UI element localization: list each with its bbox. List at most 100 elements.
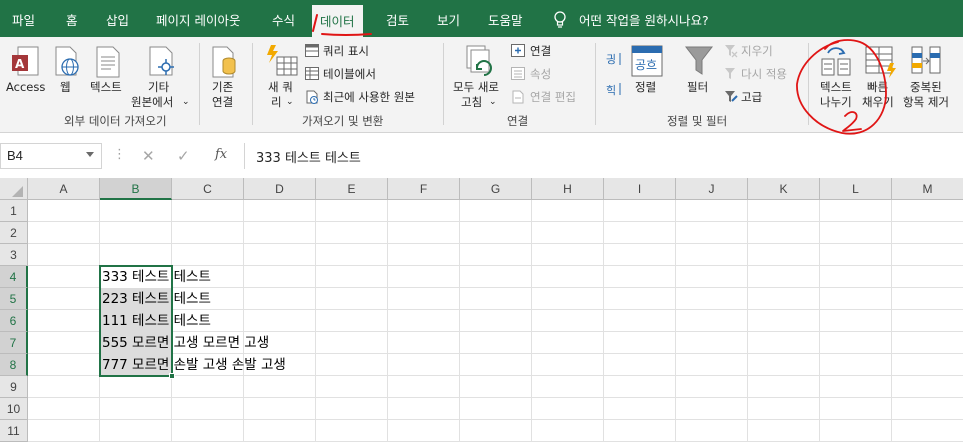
text-to-columns-icon bbox=[821, 47, 851, 76]
row-header-5[interactable]: 5 bbox=[0, 288, 28, 310]
column-header-m[interactable]: M bbox=[892, 178, 963, 200]
connections-button[interactable]: 연결 bbox=[530, 44, 551, 58]
flash-fill-button[interactable]: 채우기 bbox=[862, 95, 894, 109]
remove-duplicates-label-1: 중복된 bbox=[910, 80, 942, 94]
from-table-button[interactable]: 테이블에서 bbox=[323, 67, 376, 81]
column-header-f[interactable]: F bbox=[388, 178, 460, 200]
row-header-9[interactable]: 9 bbox=[0, 376, 28, 398]
edit-links-button[interactable]: 연결 편집 bbox=[530, 90, 576, 104]
tab-home[interactable]: 홈 bbox=[66, 0, 78, 37]
column-header-j[interactable]: J bbox=[676, 178, 748, 200]
group-divider bbox=[443, 43, 444, 125]
tab-file[interactable]: 파일 bbox=[12, 0, 35, 37]
column-header-g[interactable]: G bbox=[460, 178, 532, 200]
enter-icon[interactable]: ✓ bbox=[177, 147, 190, 165]
properties-button[interactable]: 속성 bbox=[530, 67, 551, 81]
column-header-d[interactable]: D bbox=[244, 178, 316, 200]
web-icon bbox=[55, 46, 79, 76]
flash-fill-label-1: 빠른 bbox=[867, 80, 889, 94]
svg-text:긩: 긩 bbox=[606, 53, 616, 66]
column-header-b[interactable]: B bbox=[100, 178, 172, 200]
from-text-button[interactable]: 텍스트 bbox=[90, 80, 122, 94]
clear-filter-button[interactable]: 지우기 bbox=[741, 44, 773, 58]
row-header-1[interactable]: 1 bbox=[0, 200, 28, 222]
show-queries-button[interactable]: 쿼리 표시 bbox=[323, 44, 369, 58]
fill-handle[interactable] bbox=[169, 373, 175, 379]
formula-divider bbox=[244, 143, 245, 169]
column-header-k[interactable]: K bbox=[748, 178, 820, 200]
chevron-down-icon: ⌄ bbox=[489, 97, 497, 107]
row-header-8[interactable]: 8 bbox=[0, 354, 28, 376]
gridline-vertical bbox=[387, 200, 388, 442]
ribbon-tab-bar: 파일 홈 삽입 페이지 레이아웃 수식 데이터 검토 보기 도움말 어떤 작업을… bbox=[0, 0, 963, 42]
select-all-triangle-icon bbox=[12, 186, 23, 197]
tab-review[interactable]: 검토 bbox=[386, 0, 409, 37]
advanced-filter-button[interactable]: 고급 bbox=[741, 90, 762, 104]
selection-border bbox=[99, 265, 173, 377]
other-sources-button[interactable]: 원본에서 bbox=[131, 95, 173, 109]
chevron-down-icon: ⌄ bbox=[182, 97, 190, 107]
refresh-all-button[interactable]: 고침 bbox=[461, 95, 482, 109]
group-divider bbox=[808, 43, 809, 125]
reapply-button[interactable]: 다시 적용 bbox=[741, 67, 787, 81]
group-label-connections: 연결 bbox=[507, 114, 529, 128]
chevron-down-icon[interactable] bbox=[86, 152, 94, 157]
properties-icon bbox=[511, 67, 525, 80]
row-header-7[interactable]: 7 bbox=[0, 332, 28, 354]
text-to-columns-label-1: 텍스트 bbox=[820, 80, 852, 94]
cancel-icon[interactable]: ✕ bbox=[142, 147, 155, 165]
group-label-sort-filter: 정렬 및 필터 bbox=[667, 114, 728, 128]
formula-bar: B4 ⋮ ✕ ✓ fx 333 테스트 테스트 bbox=[0, 141, 963, 171]
text-file-icon bbox=[96, 46, 120, 78]
tell-me-search[interactable]: 어떤 작업을 원하시나요? bbox=[579, 0, 709, 37]
from-access-button[interactable]: Access bbox=[6, 80, 45, 94]
remove-duplicates-button[interactable]: 항목 제거 bbox=[903, 95, 949, 109]
row-header-6[interactable]: 6 bbox=[0, 310, 28, 332]
new-query-button[interactable]: 리 bbox=[271, 95, 282, 109]
group-label-get-external: 외부 데이터 가져오기 bbox=[64, 114, 167, 128]
select-all-button[interactable] bbox=[0, 178, 28, 200]
connections-icon bbox=[511, 44, 525, 57]
row-header-10[interactable]: 10 bbox=[0, 398, 28, 420]
row-header-11[interactable]: 11 bbox=[0, 420, 28, 442]
gridline-horizontal bbox=[28, 419, 963, 420]
worksheet-grid[interactable]: ABCDEFGHIJKLM 1 2 3 4 5 6 7 8 9 10 11 333 테스트 테스트 … bbox=[0, 178, 963, 442]
tab-formulas[interactable]: 수식 bbox=[272, 0, 295, 37]
existing-connections-button[interactable]: 연결 bbox=[212, 95, 233, 109]
recent-sources-button[interactable]: 최근에 사용한 원본 bbox=[323, 90, 415, 104]
row-header-2[interactable]: 2 bbox=[0, 222, 28, 244]
other-sources-label-1: 기타 bbox=[148, 80, 170, 94]
gridline-vertical bbox=[603, 200, 604, 442]
column-header-c[interactable]: C bbox=[172, 178, 244, 200]
recent-sources-icon bbox=[306, 90, 318, 104]
tab-view[interactable]: 보기 bbox=[437, 0, 460, 37]
group-divider bbox=[595, 43, 596, 125]
column-header-l[interactable]: L bbox=[820, 178, 892, 200]
flash-fill-icon bbox=[865, 46, 896, 78]
tab-insert[interactable]: 삽입 bbox=[106, 0, 129, 37]
svg-text:힉: 힉 bbox=[606, 84, 616, 97]
from-web-button[interactable]: 웹 bbox=[60, 80, 71, 94]
column-header-i[interactable]: I bbox=[604, 178, 676, 200]
column-header-a[interactable]: A bbox=[28, 178, 100, 200]
column-header-e[interactable]: E bbox=[316, 178, 388, 200]
sort-small-icons: 긩 힉 bbox=[606, 53, 621, 97]
tab-help[interactable]: 도움말 bbox=[488, 0, 523, 37]
access-icon: A bbox=[12, 46, 39, 76]
group-divider bbox=[252, 43, 253, 125]
filter-button[interactable]: 필터 bbox=[687, 80, 708, 94]
insert-function-button[interactable]: fx bbox=[215, 147, 227, 162]
formula-input[interactable]: 333 테스트 테스트 bbox=[256, 147, 361, 166]
row-header-4[interactable]: 4 bbox=[0, 266, 28, 288]
text-to-columns-button[interactable]: 나누기 bbox=[820, 95, 852, 109]
group-divider bbox=[199, 43, 200, 125]
gridline-vertical bbox=[459, 200, 460, 442]
tab-page-layout[interactable]: 페이지 레이아웃 bbox=[156, 0, 240, 37]
existing-connections-label-1: 기존 bbox=[212, 80, 234, 94]
clear-filter-icon bbox=[725, 45, 738, 58]
row-header-3[interactable]: 3 bbox=[0, 244, 28, 266]
ribbon: A Access 웹 텍스트 기타 원본에서 ⌄ 외부 데이터 가져오기 기존 … bbox=[0, 37, 963, 133]
column-header-h[interactable]: H bbox=[532, 178, 604, 200]
refresh-all-label-1: 모두 새로 bbox=[453, 80, 499, 94]
sort-button[interactable]: 정렬 bbox=[635, 80, 656, 94]
